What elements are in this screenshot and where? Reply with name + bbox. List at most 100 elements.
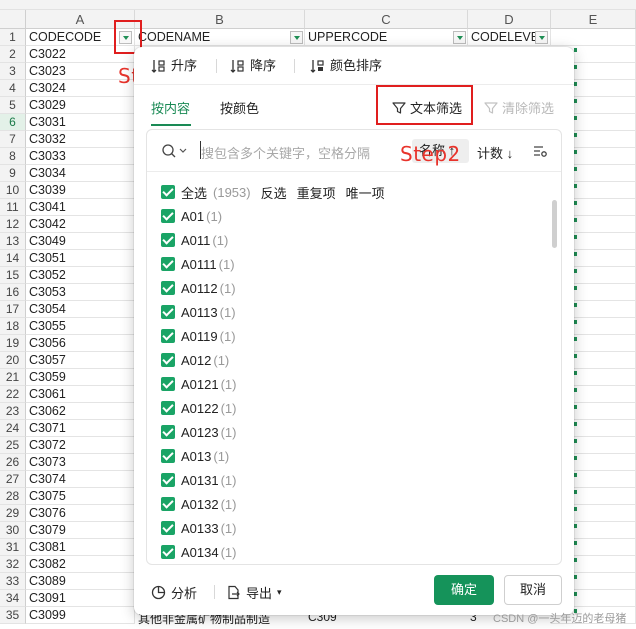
row-number[interactable]: 29 xyxy=(0,505,26,522)
row-number[interactable]: 27 xyxy=(0,471,26,488)
list-item[interactable]: A0112 (1) xyxy=(161,278,236,298)
cell-codecode[interactable]: C3054 xyxy=(26,301,135,318)
cell-codecode[interactable]: C3073 xyxy=(26,454,135,471)
sort-by-count-button[interactable]: 计数 ↓ xyxy=(477,143,513,162)
select-all-row[interactable]: 全选 (1953) 反选 重复项 唯一项 xyxy=(161,182,385,202)
cell-codecode[interactable]: C3075 xyxy=(26,488,135,505)
cell[interactable] xyxy=(551,29,636,46)
list-item[interactable]: A0131 (1) xyxy=(161,470,236,490)
row-number[interactable]: 1 xyxy=(0,29,26,46)
row-number[interactable]: 21 xyxy=(0,369,26,386)
row-number[interactable]: 11 xyxy=(0,199,26,216)
list-item[interactable]: A013 (1) xyxy=(161,446,229,466)
column-header-d[interactable]: D xyxy=(468,10,551,29)
list-scrollbar[interactable] xyxy=(552,200,557,248)
list-item[interactable]: A0134 (1) xyxy=(161,542,236,562)
select-all-corner[interactable] xyxy=(0,10,26,29)
checkbox[interactable] xyxy=(161,257,175,271)
list-item[interactable]: A0121 (1) xyxy=(161,374,236,394)
list-item[interactable]: A0122 (1) xyxy=(161,398,236,418)
header-cell-uppercode[interactable]: UPPERCODE xyxy=(305,29,468,46)
cell-codecode[interactable]: C3079 xyxy=(26,522,135,539)
row-number[interactable]: 23 xyxy=(0,403,26,420)
cell-codecode[interactable]: C3034 xyxy=(26,165,135,182)
row-number[interactable]: 5 xyxy=(0,97,26,114)
checkbox[interactable] xyxy=(161,377,175,391)
row-number[interactable]: 7 xyxy=(0,131,26,148)
checkbox[interactable] xyxy=(161,305,175,319)
cell-codecode[interactable]: C3081 xyxy=(26,539,135,556)
row-number[interactable]: 4 xyxy=(0,80,26,97)
list-item[interactable]: A0123 (1) xyxy=(161,422,236,442)
sort-ascending-button[interactable]: 升序 xyxy=(151,57,197,75)
cell-codecode[interactable]: C3076 xyxy=(26,505,135,522)
cell-codecode[interactable]: C3071 xyxy=(26,420,135,437)
row-number[interactable]: 8 xyxy=(0,148,26,165)
row-number[interactable]: 32 xyxy=(0,556,26,573)
row-number[interactable]: 34 xyxy=(0,590,26,607)
column-header-e[interactable]: E xyxy=(551,10,636,29)
checkbox[interactable] xyxy=(161,329,175,343)
duplicates-button[interactable]: 重复项 xyxy=(297,183,336,202)
cell-codecode[interactable]: C3072 xyxy=(26,437,135,454)
cell-codecode[interactable]: C3042 xyxy=(26,216,135,233)
row-number[interactable]: 13 xyxy=(0,233,26,250)
row-number[interactable]: 33 xyxy=(0,573,26,590)
list-item[interactable]: A012 (1) xyxy=(161,350,229,370)
checkbox[interactable] xyxy=(161,521,175,535)
filter-dropdown-uppercode[interactable] xyxy=(453,31,466,44)
checkbox[interactable] xyxy=(161,353,175,367)
filter-dropdown-codelevel[interactable] xyxy=(535,31,548,44)
cell-codecode[interactable]: C3031 xyxy=(26,114,135,131)
cell-codecode[interactable]: C3053 xyxy=(26,284,135,301)
row-number[interactable]: 19 xyxy=(0,335,26,352)
cell-codecode[interactable]: C3052 xyxy=(26,267,135,284)
row-number[interactable]: 6 xyxy=(0,114,26,131)
cell-codecode[interactable]: C3062 xyxy=(26,403,135,420)
row-number[interactable]: 35 xyxy=(0,607,26,624)
list-item[interactable]: A011 (1) xyxy=(161,230,228,250)
row-number[interactable]: 14 xyxy=(0,250,26,267)
cell-codecode[interactable]: C3099 xyxy=(26,607,135,624)
checkbox[interactable] xyxy=(161,209,175,223)
row-number[interactable]: 24 xyxy=(0,420,26,437)
list-item[interactable]: A0132 (1) xyxy=(161,494,236,514)
checkbox[interactable] xyxy=(161,233,175,247)
cell-codecode[interactable]: C3049 xyxy=(26,233,135,250)
tab-by-content[interactable]: 按内容 xyxy=(151,98,190,117)
checkbox[interactable] xyxy=(161,425,175,439)
row-number[interactable]: 2 xyxy=(0,46,26,63)
cell-codecode[interactable]: C3061 xyxy=(26,386,135,403)
checkbox[interactable] xyxy=(161,473,175,487)
analyze-button[interactable]: 分析 xyxy=(151,583,197,602)
filter-dropdown-codename[interactable] xyxy=(290,31,303,44)
row-number[interactable]: 17 xyxy=(0,301,26,318)
row-number[interactable]: 9 xyxy=(0,165,26,182)
search-input[interactable]: 搜包含多个关键字，空格分隔 xyxy=(201,143,370,162)
cell-codecode[interactable]: C3082 xyxy=(26,556,135,573)
list-item[interactable]: A0111 (1) xyxy=(161,254,235,274)
cell-codecode[interactable]: C3051 xyxy=(26,250,135,267)
checkbox[interactable] xyxy=(161,281,175,295)
row-number[interactable]: 10 xyxy=(0,182,26,199)
checkbox[interactable] xyxy=(161,545,175,559)
row-number[interactable]: 20 xyxy=(0,352,26,369)
cell-codecode[interactable]: C3041 xyxy=(26,199,135,216)
row-number[interactable]: 3 xyxy=(0,63,26,80)
header-cell-codename[interactable]: CODENAME xyxy=(135,29,305,46)
cell-codecode[interactable]: C3074 xyxy=(26,471,135,488)
confirm-button[interactable]: 确定 xyxy=(434,575,494,605)
cell-codecode[interactable]: C3091 xyxy=(26,590,135,607)
sort-by-color-button[interactable]: 颜色排序 xyxy=(310,57,382,75)
checkbox[interactable] xyxy=(161,497,175,511)
invert-selection-button[interactable]: 反选 xyxy=(261,183,287,202)
checkbox[interactable] xyxy=(161,185,175,199)
cell-codecode[interactable]: C3059 xyxy=(26,369,135,386)
column-header-c[interactable]: C xyxy=(305,10,468,29)
settings-icon[interactable] xyxy=(533,144,548,159)
export-button[interactable]: 导出 ▾ xyxy=(226,583,282,602)
row-number[interactable]: 12 xyxy=(0,216,26,233)
row-number[interactable]: 16 xyxy=(0,284,26,301)
cell-codecode[interactable]: C3032 xyxy=(26,131,135,148)
sort-descending-button[interactable]: 降序 xyxy=(230,57,276,75)
